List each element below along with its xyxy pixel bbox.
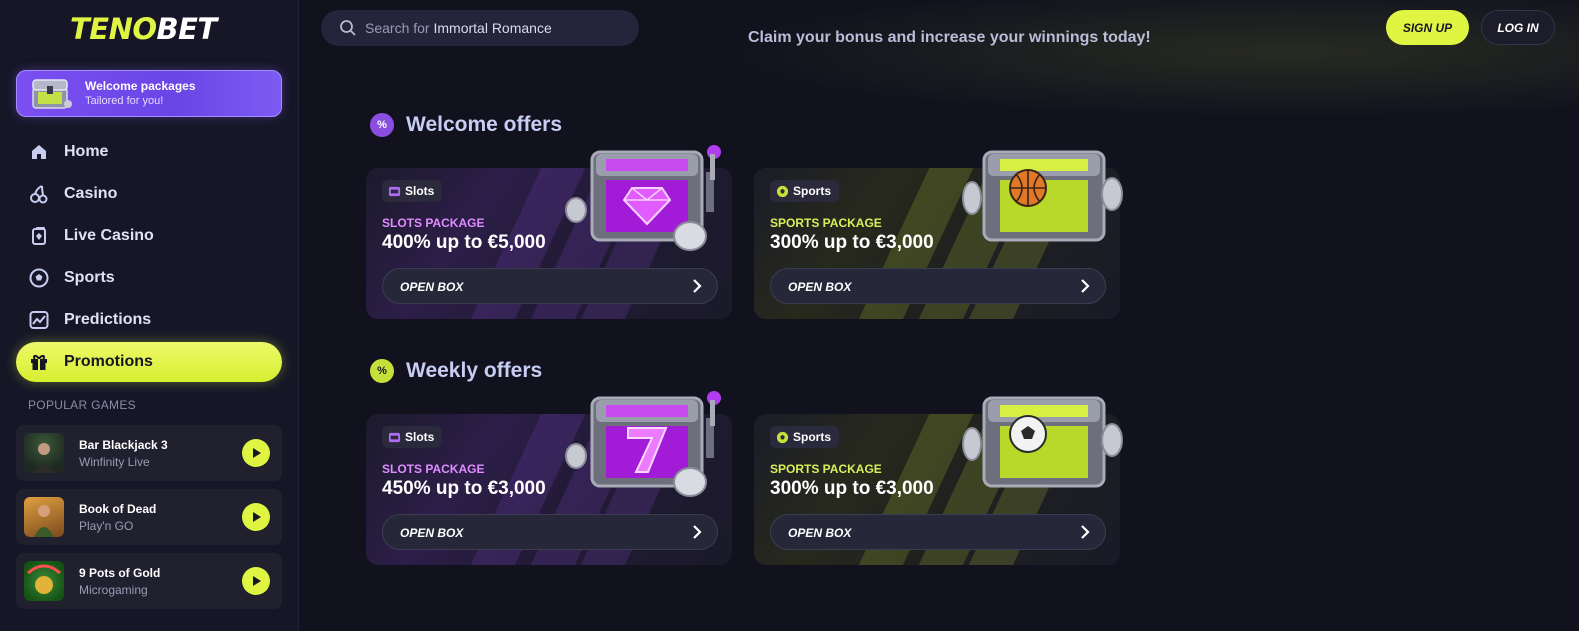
package-amount: 300% up to €3,000 [770, 232, 934, 253]
treasure-chest-icon [32, 79, 72, 109]
category-tag: Sports [770, 426, 840, 448]
percent-badge-icon: % [370, 113, 394, 137]
category-tag: Sports [770, 180, 840, 202]
sidebar-item-predictions[interactable]: Predictions [16, 300, 282, 340]
welcome-card-subtitle: Tailored for you! [85, 95, 164, 107]
game-item[interactable]: Book of Dead Play'n GO [16, 489, 282, 545]
soccer-ball-icon [28, 267, 50, 289]
sidebar-item-label: Predictions [64, 311, 152, 328]
weekly-offers-heading: % Weekly offers [370, 359, 542, 383]
game-name: Bar Blackjack 3 [79, 438, 168, 452]
game-item[interactable]: 9 Pots of Gold Microgaming [16, 553, 282, 609]
package-label: SLOTS PACKAGE [382, 216, 485, 230]
chevron-right-icon [1081, 525, 1090, 539]
chevron-right-icon [1081, 279, 1090, 293]
game-name: Book of Dead [79, 502, 157, 516]
package-label: SPORTS PACKAGE [770, 462, 882, 476]
play-icon[interactable] [242, 439, 270, 467]
welcome-packages-card[interactable]: Welcome packages Tailored for you! [16, 70, 282, 117]
game-provider: Play'n GO [79, 519, 134, 533]
log-in-button[interactable]: LOG IN [1481, 10, 1555, 45]
category-tag: Slots [382, 426, 443, 448]
purple-gem-chest-icon [565, 145, 721, 251]
football-chest-icon [962, 396, 1123, 488]
offer-card-sports: Sports SPORTS PACKAGE 300% up to €3,000 … [754, 150, 1123, 319]
cards-icon [28, 225, 50, 247]
package-label: SPORTS PACKAGE [770, 216, 882, 230]
soccer-ball-icon [776, 185, 789, 197]
sidebar-item-label: Sports [64, 269, 115, 286]
search-input[interactable]: Search for Immortal Romance [321, 10, 639, 46]
chevron-right-icon [693, 525, 702, 539]
sidebar-item-home[interactable]: Home [16, 132, 282, 172]
logo-tail: BET [156, 12, 218, 46]
package-amount: 300% up to €3,000 [770, 478, 934, 499]
sidebar-item-sports[interactable]: Sports [16, 258, 282, 298]
welcome-offers-heading: % Welcome offers [370, 113, 562, 137]
home-icon [28, 141, 50, 163]
percent-badge-icon: % [370, 359, 394, 383]
basketball-chest-icon [962, 150, 1123, 242]
package-amount: 450% up to €3,000 [382, 478, 546, 499]
open-box-button[interactable]: OPEN BOX [382, 268, 718, 304]
slot-machine-icon [388, 186, 401, 196]
open-box-button[interactable]: OPEN BOX [770, 514, 1106, 550]
welcome-card-title: Welcome packages [85, 79, 196, 93]
game-thumbnail [24, 497, 64, 537]
sidebar-item-casino[interactable]: Casino [16, 174, 282, 214]
game-provider: Winfinity Live [79, 455, 150, 469]
sidebar-item-label: Casino [64, 185, 118, 202]
category-tag: Slots [382, 180, 443, 202]
game-provider: Microgaming [79, 583, 148, 597]
soccer-ball-icon [776, 431, 789, 443]
package-label: SLOTS PACKAGE [382, 462, 485, 476]
open-box-button[interactable]: OPEN BOX [382, 514, 718, 550]
popular-games-heading: POPULAR GAMES [28, 398, 136, 412]
section-title: Welcome offers [406, 113, 562, 136]
sidebar: TENOBET Welcome packages Tailored for yo… [0, 0, 299, 631]
package-amount: 400% up to €5,000 [382, 232, 546, 253]
sidebar-item-label: Promotions [64, 353, 153, 370]
offer-card-sports: Sports SPORTS PACKAGE 300% up to €3,000 … [754, 396, 1123, 565]
offer-card-slots: Slots SLOTS PACKAGE 400% up to €5,000 OP… [366, 145, 732, 319]
slot-machine-icon [388, 432, 401, 442]
sidebar-item-label: Live Casino [64, 227, 154, 244]
chart-icon [28, 309, 50, 331]
sign-up-button[interactable]: SIGN UP [1386, 10, 1469, 45]
logo[interactable]: TENOBET [70, 12, 217, 46]
game-thumbnail [24, 561, 64, 601]
sidebar-item-promotions[interactable]: Promotions [16, 342, 282, 382]
search-icon [340, 20, 356, 36]
sidebar-item-live-casino[interactable]: Live Casino [16, 216, 282, 256]
game-thumbnail [24, 433, 64, 473]
offer-card-slots: Slots SLOTS PACKAGE 450% up to €3,000 OP… [366, 391, 732, 565]
gift-icon [28, 351, 50, 373]
play-icon[interactable] [242, 567, 270, 595]
game-item[interactable]: Bar Blackjack 3 Winfinity Live [16, 425, 282, 481]
lucky-seven-chest-icon [565, 391, 721, 497]
sidebar-item-label: Home [64, 143, 109, 160]
open-box-button[interactable]: OPEN BOX [770, 268, 1106, 304]
logo-main: TENO [70, 12, 157, 46]
chevron-right-icon [693, 279, 702, 293]
game-name: 9 Pots of Gold [79, 566, 161, 580]
play-icon[interactable] [242, 503, 270, 531]
search-placeholder: Search for Immortal Romance [365, 20, 552, 36]
section-title: Weekly offers [406, 359, 543, 382]
cherries-icon [28, 183, 50, 205]
header-tagline: Claim your bonus and increase your winni… [748, 29, 1151, 46]
